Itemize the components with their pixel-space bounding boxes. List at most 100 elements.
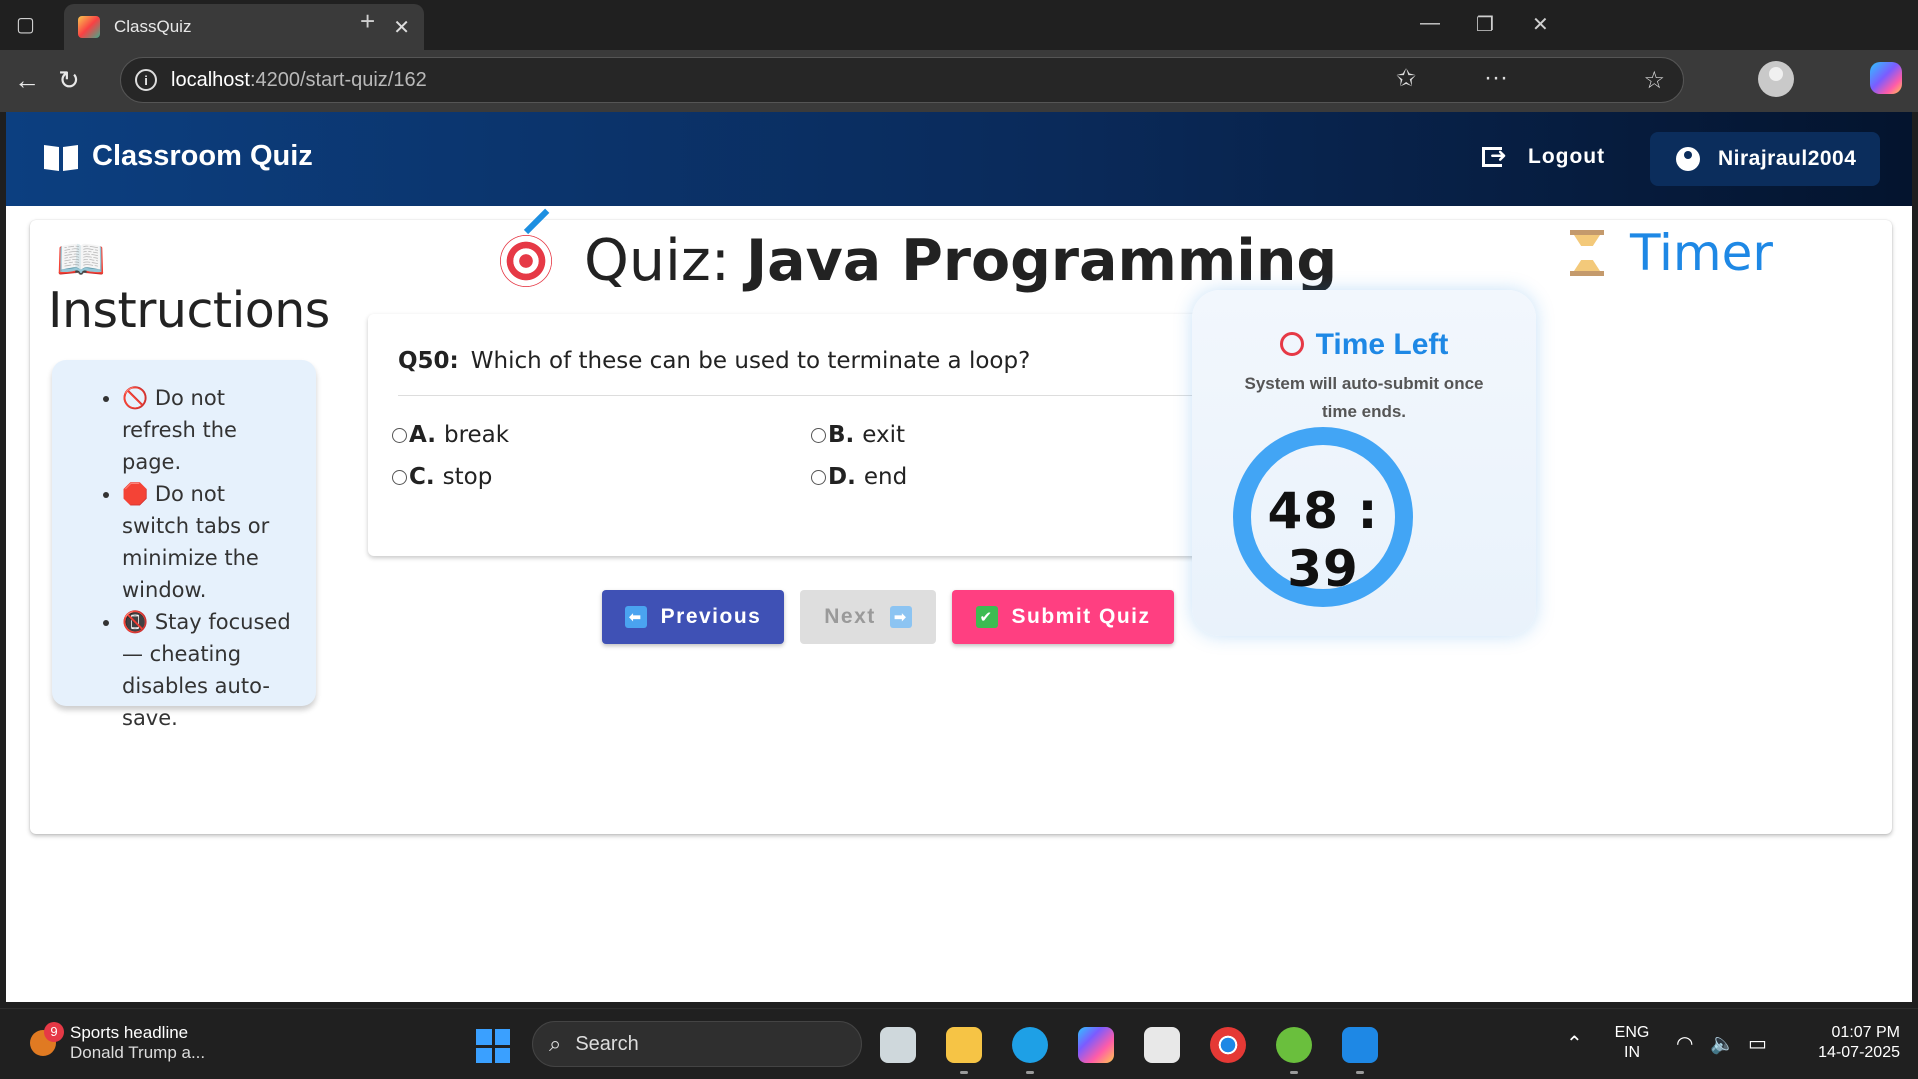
address-bar[interactable]: i localhost:4200/start-quiz/162 ☆ [120,57,1684,103]
profile-avatar[interactable] [1758,61,1794,97]
search-icon: ⌕ [549,1031,562,1056]
store-icon[interactable] [1144,1027,1180,1063]
bullseye-icon [500,235,552,287]
option-text: end [863,464,908,490]
next-button[interactable]: Next ➡ [800,590,936,644]
more-menu-icon[interactable]: ··· [1484,64,1508,92]
quiz-title-prefix: Quiz: [584,228,730,294]
radio-button[interactable] [392,469,407,485]
favorites-icon[interactable]: ✩ [1396,64,1416,93]
instructions-list: 🚫 Do not refresh the page. 🛑 Do not swit… [52,360,316,734]
new-tab-icon[interactable]: + [360,6,375,37]
running-indicator [960,1071,968,1074]
radio-button[interactable] [392,427,407,443]
brand[interactable]: Classroom Quiz [44,140,313,173]
spring-tool-icon[interactable] [1276,1027,1312,1063]
browser-tabbar: ▢ ClassQuiz ✕ + — ❐ ✕ [0,0,1918,50]
sidebar-toggle-icon[interactable]: ▢ [16,12,35,37]
option-c[interactable]: C. stop [392,464,492,490]
app-header: Classroom Quiz Logout Nirajraul2004 [6,112,1912,206]
vscode-icon[interactable] [1342,1027,1378,1063]
football-icon: 9 [30,1022,64,1056]
list-item: 🚫 Do not refresh the page. [122,382,296,478]
option-d[interactable]: D. end [811,464,907,490]
option-text: break [443,422,510,448]
open-book-icon: 📖 [56,238,106,282]
clock-date: 14-07-2025 [1818,1044,1900,1061]
taskbar-search[interactable]: ⌕ Search [532,1021,862,1067]
page-viewport: Classroom Quiz Logout Nirajraul2004 📖 In… [6,112,1912,1002]
instructions-panel: 🚫 Do not refresh the page. 🛑 Do not swit… [52,360,316,730]
countdown-value: 48 : 39 [1267,482,1379,598]
search-placeholder: Search [575,1032,639,1055]
option-letter: D. [828,464,856,490]
region-code: IN [1624,1044,1640,1061]
previous-label: Previous [660,605,762,628]
option-a[interactable]: A. break [392,422,509,448]
previous-button[interactable]: ⬅ Previous [602,590,784,644]
notification-badge: 9 [44,1022,64,1042]
question-text: Which of these can be used to terminate … [470,348,1031,374]
logout-label: Logout [1528,145,1606,168]
chrome-icon[interactable] [1210,1027,1246,1063]
edge-icon[interactable] [1012,1027,1048,1063]
submit-label: Submit Quiz [1011,605,1151,628]
instructions-title: Instructions [48,282,330,339]
copilot-app-icon[interactable] [1078,1027,1114,1063]
quiz-card: 📖 Instructions 🚫 Do not refresh the page… [30,220,1892,834]
tab-favicon-icon [78,16,100,38]
next-label: Next [824,605,876,628]
option-b[interactable]: B. exit [811,422,905,448]
copilot-icon[interactable] [1870,62,1902,94]
time-left-heading: Time Left [1192,328,1536,362]
alarm-clock-icon [1279,332,1304,356]
windows-start-icon[interactable] [476,1029,510,1063]
instruction-text: Stay focused — cheating disables auto-sa… [122,610,291,730]
timer-panel: Time Left System will auto-submit once t… [1192,290,1536,636]
user-profile-button[interactable]: Nirajraul2004 [1650,132,1880,186]
reload-icon[interactable]: ↻ [58,64,80,96]
close-tab-icon[interactable]: ✕ [393,15,410,40]
news-title: Sports headline [70,1023,189,1042]
option-letter: A. [409,422,436,448]
running-indicator [1026,1071,1034,1074]
site-info-icon[interactable]: i [135,69,157,91]
file-explorer-icon[interactable] [946,1027,982,1063]
quiz-title-name: Java Programming [745,228,1338,294]
minimize-icon[interactable]: — [1420,12,1440,35]
running-indicator [1290,1071,1298,1074]
option-text: stop [442,464,493,490]
hourglass-icon [1570,230,1604,276]
brand-title: Classroom Quiz [92,140,313,172]
news-subtitle: Donald Trump a... [70,1043,206,1062]
restore-icon[interactable]: ❐ [1476,12,1494,37]
news-widget[interactable]: 9 Sports headline Donald Trump a... [30,1022,206,1063]
option-letter: B. [828,422,855,448]
timer-heading: Timer [1570,224,1773,282]
wifi-icon[interactable]: ◠ [1676,1031,1693,1056]
chevron-up-icon[interactable]: ⌃ [1566,1031,1583,1056]
close-window-icon[interactable]: ✕ [1532,12,1549,37]
logout-button[interactable]: Logout [1482,143,1606,169]
radio-button[interactable] [811,469,826,485]
task-view-icon[interactable] [880,1027,916,1063]
submit-quiz-button[interactable]: ✔ Submit Quiz [952,590,1174,644]
option-letter: C. [409,464,435,490]
volume-icon[interactable]: 🔈 [1710,1031,1735,1056]
auto-submit-note: System will auto-submit once time ends. [1244,374,1484,421]
book-icon [44,142,78,172]
os-taskbar: 9 Sports headline Donald Trump a... ⌕ Se… [0,1008,1918,1079]
radio-button[interactable] [811,427,826,443]
timer-title: Timer [1630,224,1773,282]
battery-icon[interactable]: ▭ [1748,1031,1767,1056]
question-number: Q50: [398,348,459,374]
clock[interactable]: 01:07 PM 14-07-2025 [1790,1023,1900,1063]
language-indicator[interactable]: ENG IN [1612,1023,1652,1063]
check-mark-icon: ✔ [975,606,998,628]
page-title: Quiz: Java Programming [500,228,1337,294]
list-item: 🛑 Do not switch tabs or minimize the win… [122,478,296,606]
left-arrow-icon: ⬅ [624,606,647,628]
back-icon[interactable]: ← [14,64,40,96]
favorite-star-icon[interactable]: ☆ [1643,66,1665,95]
right-arrow-icon: ➡ [889,606,912,628]
